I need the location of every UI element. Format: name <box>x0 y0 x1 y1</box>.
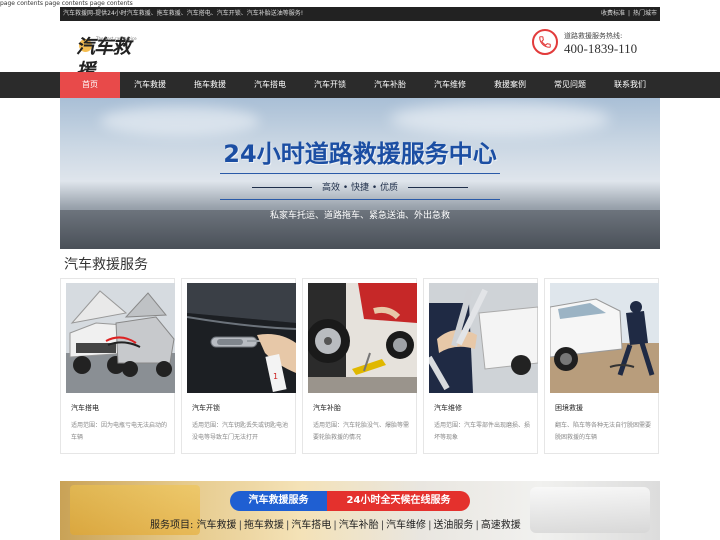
nav-list: 首页 汽车救援 拖车救援 汽车搭电 汽车开锁 汽车补胎 汽车维修 救援案例 常见… <box>60 72 660 98</box>
card-title[interactable]: 汽车维修 <box>434 403 462 413</box>
card-desc: 适用范围：汽车轮胎没气、爆胎等需要轮胎救援的情况 <box>313 422 410 441</box>
service-item: 拖车救援 <box>243 520 284 531</box>
service-item: 汽车搭电 <box>291 520 332 531</box>
card-desc: 适用范围：汽车零部件出现磨损、损坏等现象 <box>434 422 531 441</box>
screen-reader-text: page contents page contents page content… <box>0 0 137 7</box>
nav-item-towing[interactable]: 拖车救援 <box>180 72 240 98</box>
nav-item-cases[interactable]: 救援案例 <box>480 72 540 98</box>
service-item: 汽车补胎 <box>338 520 379 531</box>
services-label: 服务项目: <box>150 520 194 531</box>
hero-banner: 24小时道路救援服务中心 高效 • 快捷 • 优质 私家车托运、道路拖车、紧急送… <box>60 98 660 249</box>
top-bar: 汽车救援网-提供24小时汽车救援、拖车救援、汽车搭电、汽车开锁、汽车补胎送油等服… <box>60 7 660 21</box>
service-card-tire[interactable]: 汽车补胎 适用范围：汽车轮胎没气、爆胎等需要轮胎救援的情况 <box>302 278 417 454</box>
service-cards: 汽车搭电 适用范围：因为电瓶亏电无法启动的车辆 1 汽车开锁 适用范围：汽车钥匙… <box>60 278 660 454</box>
nav-item-repair[interactable]: 汽车维修 <box>420 72 480 98</box>
main-nav: 首页 汽车救援 拖车救援 汽车搭电 汽车开锁 汽车补胎 汽车维修 救援案例 常见… <box>0 72 720 98</box>
nav-item-faq[interactable]: 常见问题 <box>540 72 600 98</box>
site-logo[interactable]: 汽车救援 The best car service <box>76 35 138 82</box>
jump-start-image[interactable] <box>66 283 175 393</box>
site-slogan: 汽车救援网-提供24小时汽车救援、拖车救援、汽车搭电、汽车开锁、汽车补胎送油等服… <box>63 10 304 17</box>
banner-divider <box>220 199 500 200</box>
service-item: 送油服务 <box>433 520 474 531</box>
banner-divider <box>220 173 500 174</box>
banner-cloud <box>390 102 610 136</box>
nav-item-unlock[interactable]: 汽车开锁 <box>300 72 360 98</box>
service-item: 高速救援 <box>480 520 521 531</box>
phone-icon <box>532 29 558 55</box>
service-card-repair[interactable]: 汽车维修 适用范围：汽车零部件出现磨损、损坏等现象 <box>423 278 538 454</box>
card-title[interactable]: 汽车补胎 <box>313 403 341 413</box>
tire-repair-image[interactable] <box>308 283 417 393</box>
banner-title: 24小时道路救援服务中心 <box>223 140 497 168</box>
car-door-unlock-image[interactable]: 1 <box>187 283 296 393</box>
nav-item-contact[interactable]: 联系我们 <box>600 72 660 98</box>
stuck-vehicle-rescue-image[interactable] <box>550 283 659 393</box>
services-list: 服务项目: 汽车救援 | 拖车救援 | 汽车搭电 | 汽车补胎 | 汽车维修 | 送油服务 | 高速救援 <box>150 520 521 531</box>
car-repair-wrench-image[interactable] <box>429 283 538 393</box>
svg-text:1: 1 <box>273 372 278 381</box>
section-title: 汽车救援服务 <box>64 257 148 273</box>
top-link-cities[interactable]: 热门城市 <box>633 10 657 17</box>
card-desc: 适用范围：汽车钥匙丢失或钥匙电池没电等导致车门无法打开 <box>192 422 289 441</box>
hotline-label: 道路救援服务热线: <box>564 32 623 40</box>
nav-item-car-rescue[interactable]: 汽车救援 <box>120 72 180 98</box>
card-title[interactable]: 汽车开锁 <box>192 403 220 413</box>
card-desc: 翻车、陷车等各种无法自行脱困需要脱困救援的车辆 <box>555 422 652 441</box>
nav-item-jump-start[interactable]: 汽车搭电 <box>240 72 300 98</box>
hotline-number[interactable]: 400-1839-110 <box>564 41 637 57</box>
site-header: 汽车救援 The best car service 道路救援服务热线: 400-… <box>60 21 660 82</box>
card-desc: 适用范围：因为电瓶亏电无法启动的车辆 <box>71 422 168 441</box>
card-title[interactable]: 汽车搭电 <box>71 403 99 413</box>
service-item: 汽车救援 <box>196 520 237 531</box>
banner-cloud <box>100 106 260 136</box>
hotline: 道路救援服务热线: 400-1839-110 <box>532 29 640 59</box>
nav-item-home[interactable]: 首页 <box>60 72 120 98</box>
service-card-unlock[interactable]: 1 汽车开锁 适用范围：汽车钥匙丢失或钥匙电池没电等导致车门无法打开 <box>181 278 296 454</box>
logo-tagline: The best car service <box>96 36 137 41</box>
card-title[interactable]: 困境救援 <box>555 403 583 413</box>
service-card-jump-start[interactable]: 汽车搭电 适用范围：因为电瓶亏电无法启动的车辆 <box>60 278 175 454</box>
banner-subtitle: 高效 • 快捷 • 优质 <box>60 180 660 193</box>
top-link-pricing[interactable]: 收费标准 <box>601 10 625 17</box>
top-links: 收费标准 | 热门城市 <box>601 7 657 21</box>
divider: | <box>627 10 630 17</box>
service-card-stuck-rescue[interactable]: 困境救援 翻车、陷车等各种无法自行脱困需要脱困救援的车辆 <box>544 278 659 454</box>
promo-pill-24h: 24小时全天候在线服务 <box>327 491 470 511</box>
banner-tagline: 私家车托运、道路拖车、紧急送油、外出急救 <box>269 211 450 221</box>
promo-pill-service: 汽车救援服务 <box>230 491 327 511</box>
promo-banner: 汽车救援服务 24小时全天候在线服务 服务项目: 汽车救援 | 拖车救援 | 汽车搭电 |… <box>60 481 660 540</box>
nav-item-tire[interactable]: 汽车补胎 <box>360 72 420 98</box>
car-graphic <box>530 487 650 533</box>
service-item: 汽车维修 <box>386 520 427 531</box>
